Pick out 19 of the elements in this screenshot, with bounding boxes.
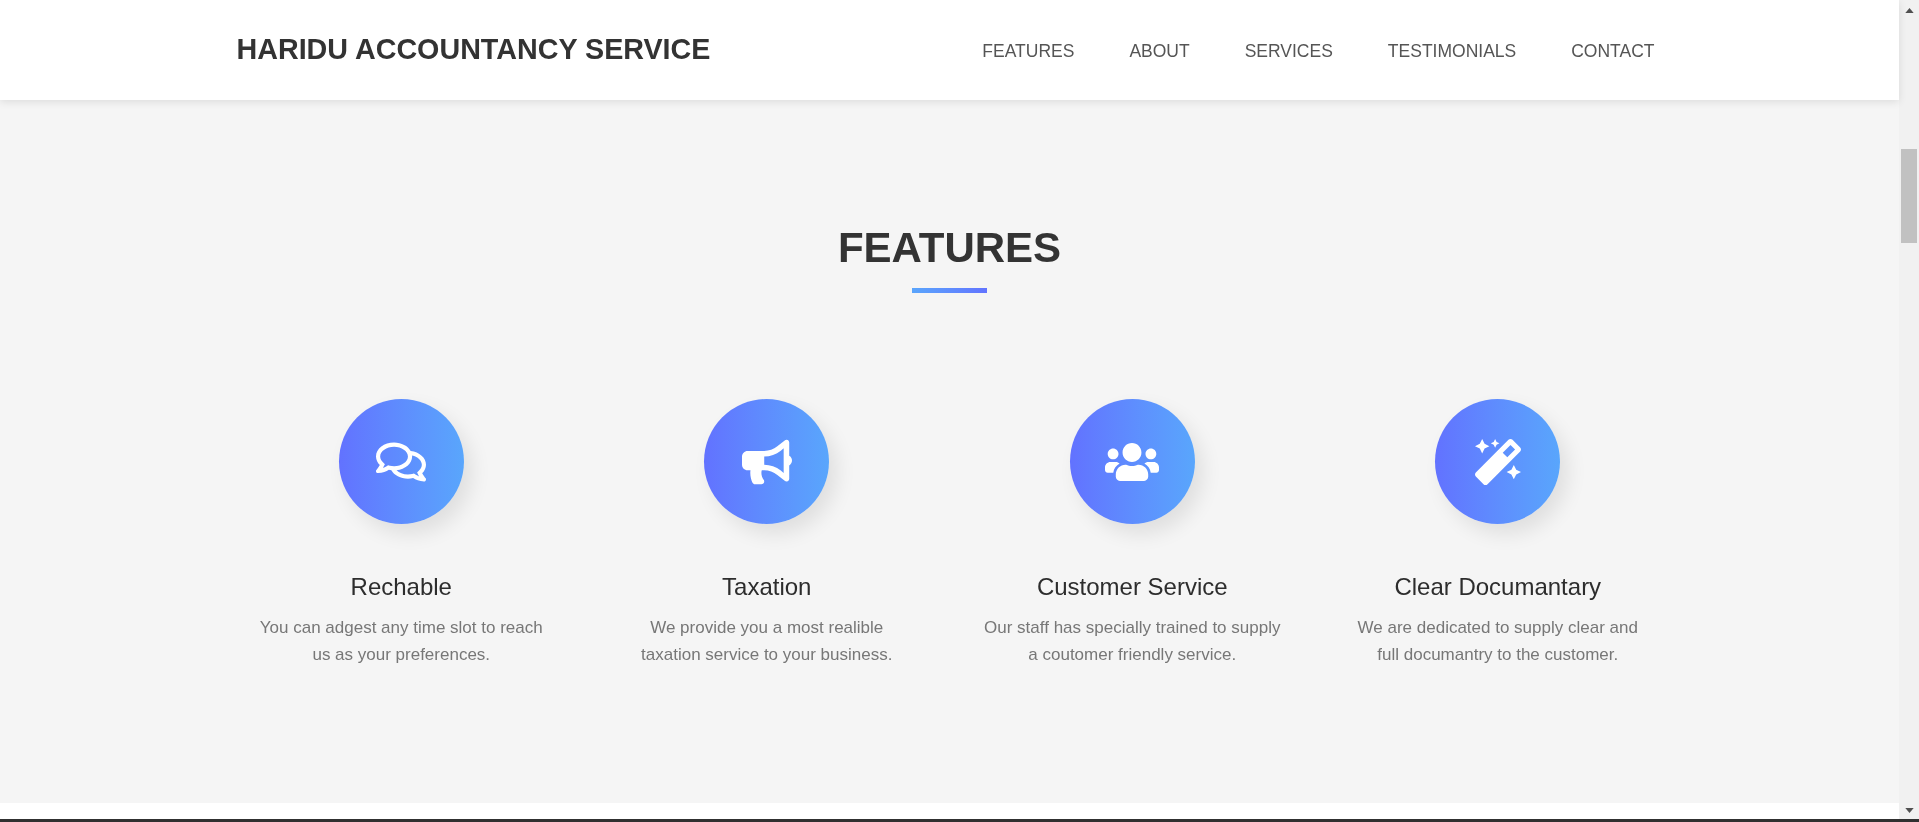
nav-link[interactable]: TESTIMONIALS xyxy=(1387,35,1517,65)
nav-link[interactable]: SERVICES xyxy=(1244,35,1333,65)
feature-title: Rechable xyxy=(350,572,452,602)
nav-link[interactable]: FEATURES xyxy=(982,35,1075,65)
feature-title: Clear Documantary xyxy=(1394,572,1602,602)
scroll-up-arrow-icon[interactable] xyxy=(1904,8,1914,13)
feature-description: We are dedicated to supply clear and full documantry to the customer. xyxy=(1356,617,1639,666)
feature-description: We provide you a most realible taxation service to your business. xyxy=(640,617,894,666)
feature-title: Taxation xyxy=(722,572,812,602)
nav-link[interactable]: CONTACT xyxy=(1571,35,1655,65)
section-heading: FEATURES xyxy=(837,223,1062,273)
nav-link[interactable]: ABOUT xyxy=(1129,35,1190,65)
scrollbar[interactable] xyxy=(1899,0,1919,819)
scroll-down-arrow-icon[interactable] xyxy=(1904,808,1914,813)
site-title[interactable]: HARIDU ACCOUNTANCY SERVICE xyxy=(236,28,711,72)
scrollbar-thumb[interactable] xyxy=(1901,149,1917,243)
feature-description: You can adgest any time slot to reach us as your preferences. xyxy=(258,617,544,666)
feature-title: Customer Service xyxy=(1036,572,1228,602)
feature-description: Our staff has specially trained to supply a coutomer friendly service. xyxy=(983,617,1281,666)
